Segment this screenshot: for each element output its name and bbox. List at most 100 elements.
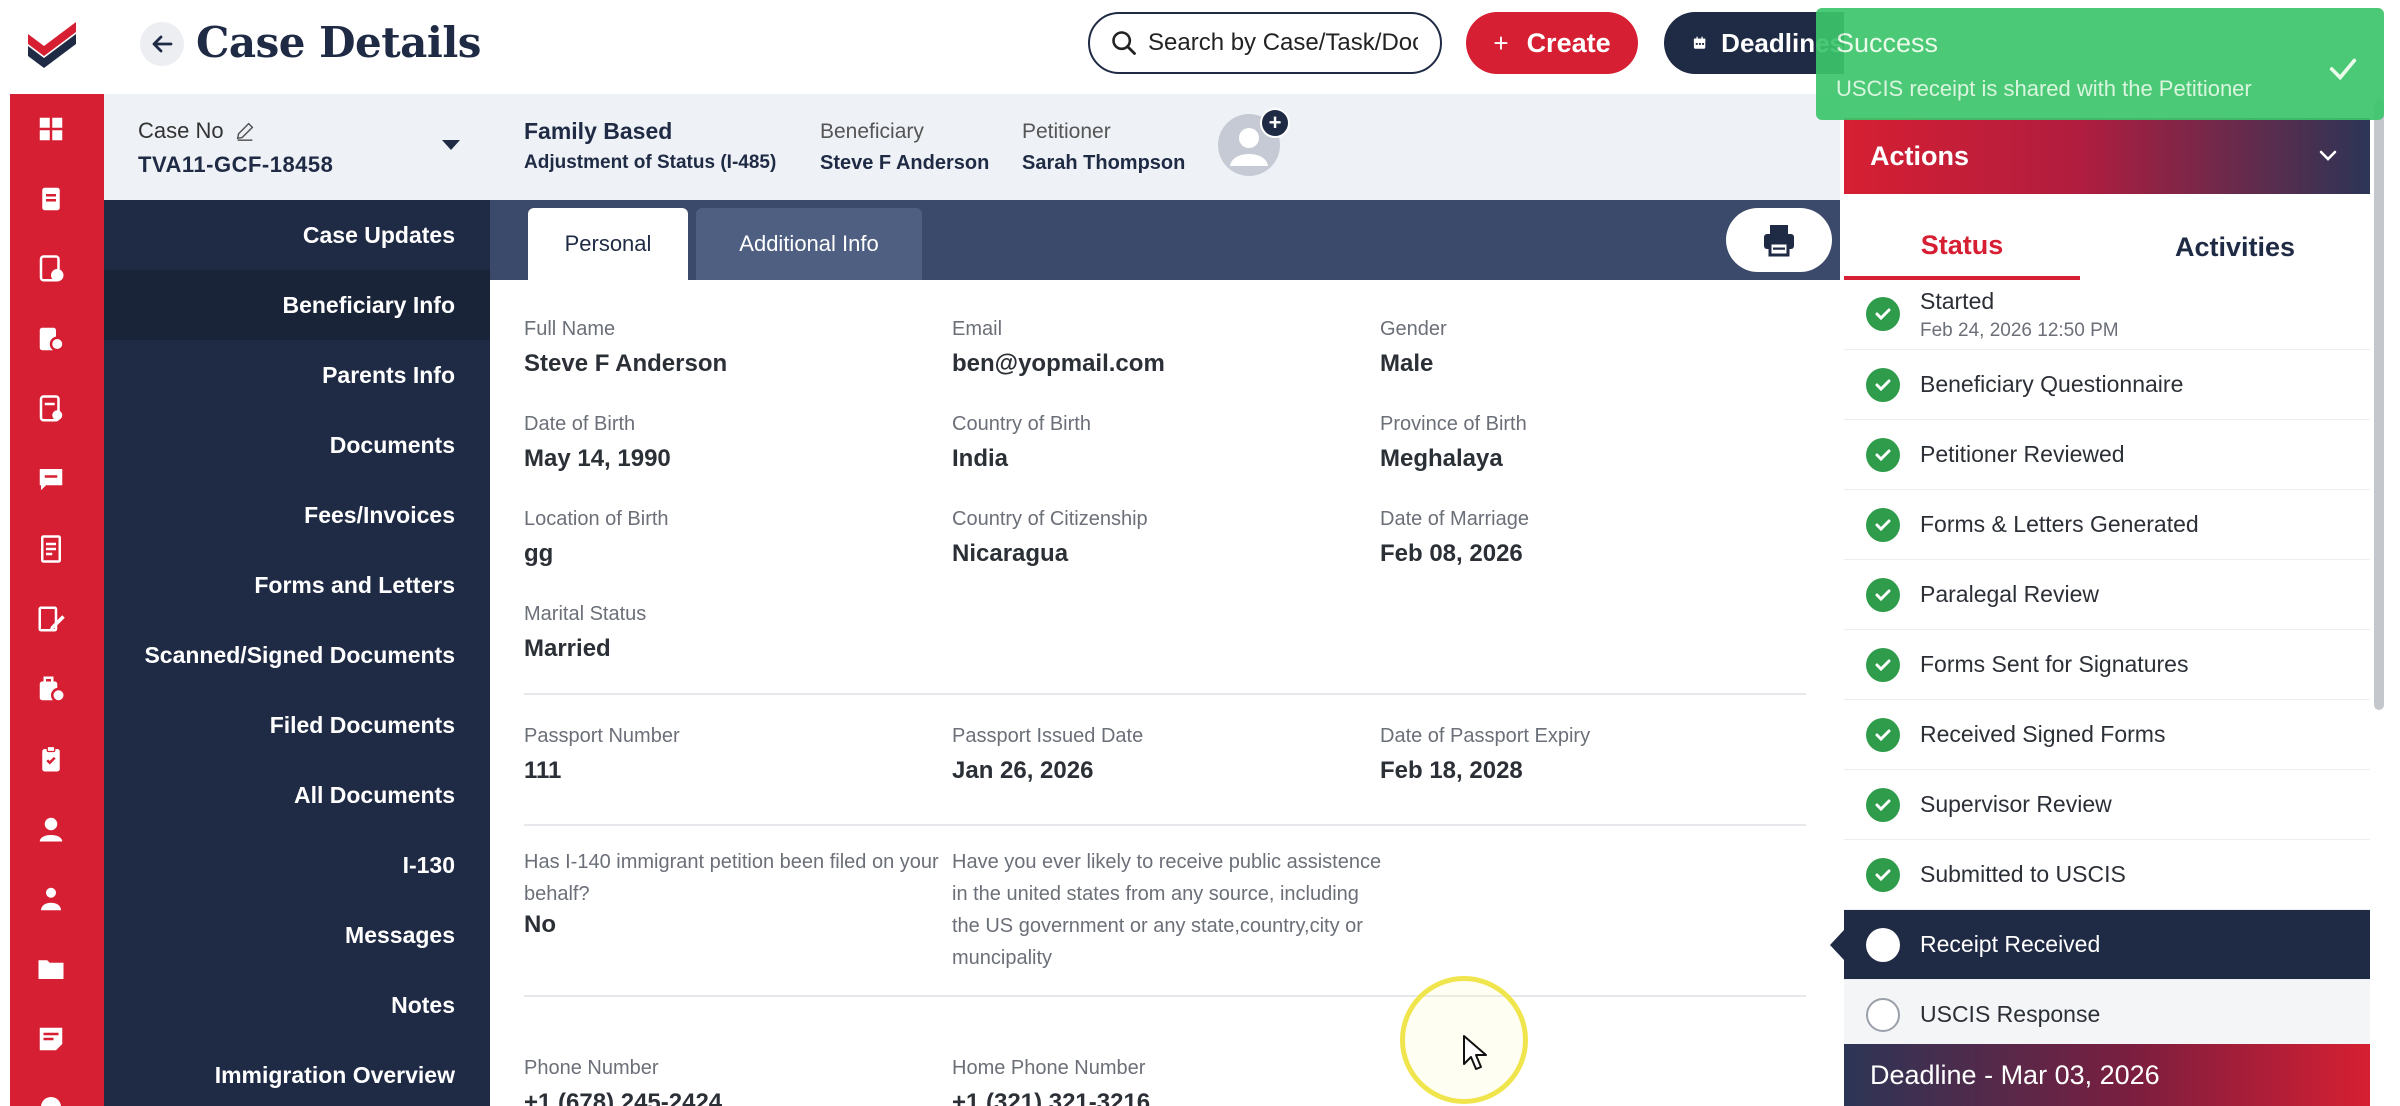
full-name-value: Steve F Anderson <box>524 350 728 377</box>
pencil-icon[interactable] <box>234 120 256 142</box>
passport-issued-value: Jan 26, 2026 <box>952 757 1094 784</box>
briefcase-check-icon[interactable] <box>34 672 68 706</box>
check-icon <box>2329 58 2357 81</box>
status-step-started[interactable]: Started Feb 24, 2026 12:50 PM <box>1844 278 2370 350</box>
case-subcategory: Adjustment of Status (I-485) <box>524 152 777 173</box>
tab-status[interactable]: Status <box>1844 214 2080 280</box>
user-icon[interactable] <box>34 812 68 846</box>
page-title: Case Details <box>196 18 481 67</box>
dob-value: May 14, 1990 <box>524 445 671 472</box>
edit-document-icon[interactable] <box>34 602 68 636</box>
create-label: Create <box>1526 27 1611 58</box>
forms-icon[interactable] <box>34 392 68 426</box>
nav-documents[interactable]: Documents <box>330 410 455 480</box>
report-icon[interactable] <box>34 532 68 566</box>
search-input[interactable] <box>1148 29 1418 57</box>
toast-message: USCIS receipt is shared with the Petitio… <box>1836 76 2252 101</box>
status-step-label: Paralegal Review <box>1920 581 2099 607</box>
case-no-label-wrap: Case No <box>138 118 256 144</box>
icon-rail <box>0 0 104 1106</box>
section-divider <box>524 824 1806 826</box>
toast-title: Success <box>1836 28 1939 58</box>
status-step-label: Beneficiary Questionnaire <box>1920 371 2184 397</box>
nav-immigration-overview[interactable]: Immigration Overview <box>215 1040 455 1106</box>
printer-icon <box>1764 225 1794 257</box>
nav-all-documents[interactable]: All Documents <box>294 760 455 830</box>
nav-notes[interactable]: Notes <box>391 970 455 1040</box>
nav-case-updates[interactable]: Case Updates <box>303 200 455 270</box>
nav-messages[interactable]: Messages <box>345 900 455 970</box>
case-nav: Case Updates Beneficiary Info Parents In… <box>104 200 490 1106</box>
document-check-icon[interactable] <box>34 252 68 286</box>
calendar-icon <box>1693 36 1706 49</box>
status-step-received-signed-forms[interactable]: Received Signed Forms <box>1844 700 2370 770</box>
nav-i-130[interactable]: I-130 <box>403 830 455 900</box>
status-step-receipt-received[interactable]: Receipt Received <box>1830 910 2370 980</box>
cases-icon[interactable] <box>34 182 68 216</box>
search-box[interactable] <box>1088 12 1442 74</box>
status-step-label: Petitioner Reviewed <box>1920 441 2125 467</box>
status-step-timestamp: Feb 24, 2026 12:50 PM <box>1920 320 2119 341</box>
actions-title: Actions <box>1870 140 1970 171</box>
arrow-left-icon <box>152 35 173 53</box>
status-step-supervisor-review[interactable]: Supervisor Review <box>1844 770 2370 840</box>
status-step-label: Supervisor Review <box>1920 791 2112 817</box>
nav-beneficiary-info[interactable]: Beneficiary Info <box>104 270 490 340</box>
nav-scanned-signed-documents[interactable]: Scanned/Signed Documents <box>144 620 455 690</box>
dob-label: Date of Birth <box>524 413 636 435</box>
phone-number-value: +1 (678) 245-2424 <box>524 1089 723 1106</box>
date-of-marriage-value: Feb 08, 2026 <box>1380 540 1523 567</box>
beneficiary-personal-details: Full Name Steve F Anderson Email ben@yop… <box>490 280 1840 1106</box>
status-step-beneficiary-questionnaire[interactable]: Beneficiary Questionnaire <box>1844 350 2370 420</box>
nav-fees-invoices[interactable]: Fees/Invoices <box>304 480 455 550</box>
nav-forms-and-letters[interactable]: Forms and Letters <box>254 550 455 620</box>
dashboard-icon[interactable] <box>34 112 68 146</box>
billing-icon[interactable] <box>34 322 68 356</box>
status-step-petitioner-reviewed[interactable]: Petitioner Reviewed <box>1844 420 2370 490</box>
users-icon[interactable] <box>34 882 68 916</box>
clipboard-icon[interactable] <box>34 742 68 776</box>
back-button[interactable] <box>140 22 184 66</box>
location-of-birth-value: gg <box>524 540 554 567</box>
province-of-birth-label: Province of Birth <box>1380 413 1527 435</box>
full-name-label: Full Name <box>524 318 616 340</box>
settings-icon[interactable] <box>34 1090 68 1106</box>
chat-icon[interactable] <box>34 462 68 496</box>
case-dropdown-caret-icon[interactable] <box>442 140 460 150</box>
case-no-label: Case No <box>138 118 224 143</box>
status-step-submitted-to-uscis[interactable]: Submitted to USCIS <box>1844 840 2370 910</box>
create-button[interactable]: + Create <box>1466 12 1638 74</box>
check-circle-icon <box>1866 857 1900 892</box>
tab-activities[interactable]: Activities <box>2100 214 2370 280</box>
search-icon <box>1112 31 1136 55</box>
print-button[interactable] <box>1726 208 1832 272</box>
plus-icon: + <box>1493 27 1509 58</box>
status-step-label: USCIS Response <box>1920 1001 2101 1027</box>
marital-status-label: Marital Status <box>524 603 647 625</box>
status-step-label: Forms & Letters Generated <box>1920 511 2199 537</box>
app-logo[interactable] <box>24 20 80 68</box>
case-category: Family Based <box>524 118 673 144</box>
tab-additional-info[interactable]: Additional Info <box>696 208 922 280</box>
i140-answer-value: No <box>524 911 556 938</box>
status-step-forms-letters-generated[interactable]: Forms & Letters Generated <box>1844 490 2370 560</box>
check-circle-icon <box>1866 437 1900 472</box>
success-toast[interactable]: Success USCIS receipt is shared with the… <box>1816 8 2384 120</box>
panel-scrollbar[interactable] <box>2374 100 2384 710</box>
check-circle-icon <box>1866 717 1900 752</box>
tab-personal[interactable]: Personal <box>528 208 688 280</box>
add-assignee-button[interactable]: + <box>1260 108 1290 138</box>
chevron-down-icon <box>2319 150 2337 161</box>
beneficiary-label: Beneficiary <box>820 120 924 143</box>
nav-filed-documents[interactable]: Filed Documents <box>270 690 455 760</box>
actions-header[interactable]: Actions <box>1844 118 2370 194</box>
nav-parents-info[interactable]: Parents Info <box>322 340 455 410</box>
notes-icon[interactable] <box>34 1022 68 1056</box>
mouse-pointer-icon <box>1463 1035 1487 1070</box>
status-step-paralegal-review[interactable]: Paralegal Review <box>1844 560 2370 630</box>
i140-question-label: Has I-140 immigrant petition been filed … <box>524 851 939 905</box>
gender-label: Gender <box>1380 318 1447 340</box>
status-step-uscis-response[interactable]: USCIS Response <box>1844 980 2370 1050</box>
status-step-forms-sent-for-signatures[interactable]: Forms Sent for Signatures <box>1844 630 2370 700</box>
folder-icon[interactable] <box>34 952 68 986</box>
